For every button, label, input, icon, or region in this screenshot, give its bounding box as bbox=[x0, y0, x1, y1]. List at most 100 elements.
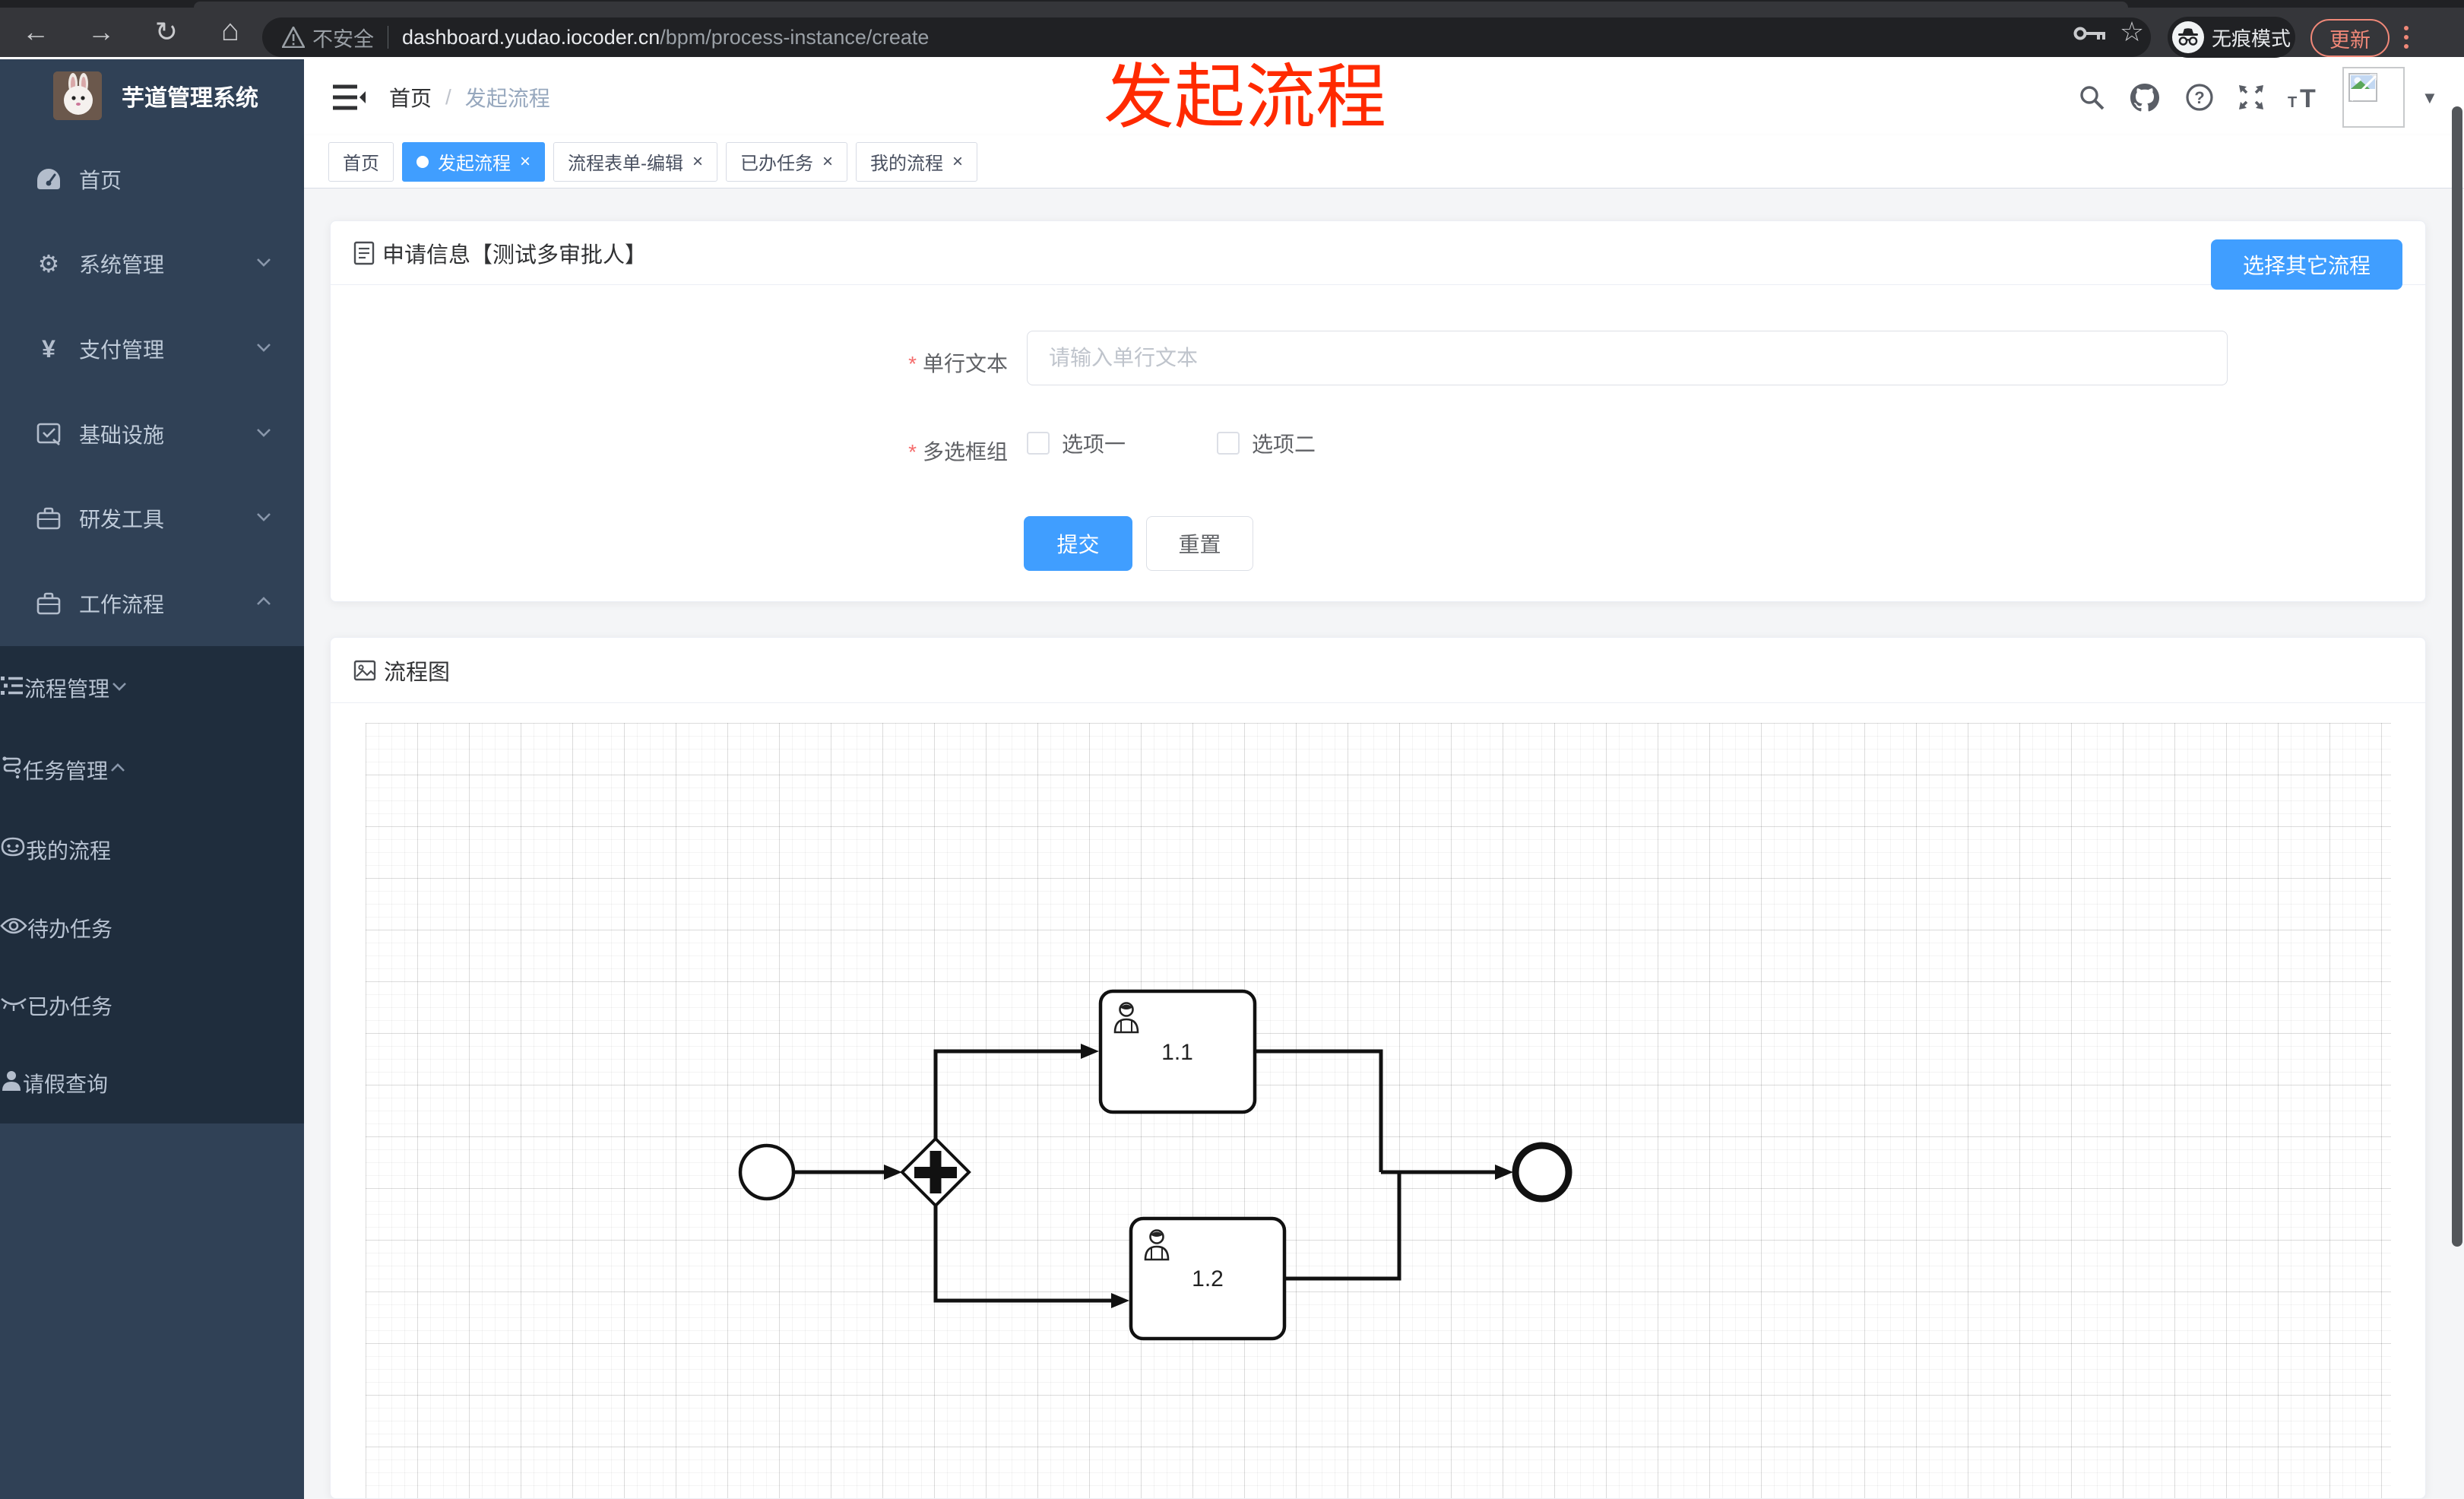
sidebar-item-system[interactable]: ⚙ 系统管理 bbox=[0, 221, 304, 306]
chevron-down-icon bbox=[254, 506, 274, 531]
browser-active-tab[interactable] bbox=[194, 2, 2128, 8]
sidebar-item-workflow[interactable]: 工作流程 bbox=[0, 561, 304, 646]
password-key-icon[interactable] bbox=[2073, 24, 2107, 43]
chrome-menu-icon[interactable] bbox=[2404, 26, 2409, 49]
tag-form-edit[interactable]: 流程表单-编辑 × bbox=[553, 141, 718, 182]
scrollbar-thumb[interactable] bbox=[2452, 106, 2462, 1247]
chevron-up-icon bbox=[254, 591, 274, 616]
security-label[interactable]: 不安全 bbox=[312, 23, 374, 52]
breadcrumb-separator: / bbox=[445, 85, 451, 109]
app-logo-avatar bbox=[53, 71, 102, 120]
checkbox-option-1-label[interactable]: 选项一 bbox=[1062, 428, 1126, 458]
bpmn-canvas[interactable]: 1.1 1.2 bbox=[366, 723, 2391, 1498]
checkbox-option-2[interactable] bbox=[1217, 432, 1240, 455]
submit-button[interactable]: 提交 bbox=[1024, 516, 1132, 571]
sidebar-item-todo-tasks[interactable]: 待办任务 bbox=[0, 889, 304, 967]
checkbox-option-2-label[interactable]: 选项二 bbox=[1252, 428, 1316, 458]
text-field-label: * 单行文本 bbox=[908, 352, 1008, 376]
sidebar-item-done-tasks[interactable]: 已办任务 bbox=[0, 967, 304, 1044]
task-branch-icon bbox=[0, 756, 23, 784]
document-icon bbox=[353, 241, 375, 265]
sidebar-logo-row[interactable]: 芋道管理系统 bbox=[0, 59, 304, 132]
bookmark-star-icon[interactable]: ☆ bbox=[2113, 15, 2151, 49]
process-diagram-card-header: 流程图 bbox=[331, 638, 2425, 703]
chevron-down-icon bbox=[109, 676, 129, 701]
toolbox-icon bbox=[33, 588, 64, 619]
breadcrumb-current: 发起流程 bbox=[464, 87, 550, 110]
face-icon bbox=[0, 837, 26, 864]
font-size-icon[interactable]: TT bbox=[2286, 81, 2320, 114]
eye-closed-icon bbox=[0, 994, 27, 1018]
sidebar-item-dev-tools[interactable]: 研发工具 bbox=[0, 476, 304, 561]
incognito-icon bbox=[2172, 21, 2204, 53]
apply-info-title: 申请信息【测试多审批人】 bbox=[382, 242, 648, 268]
search-icon[interactable] bbox=[2075, 81, 2108, 114]
browser-home-icon[interactable]: ⌂ bbox=[211, 14, 249, 47]
user-icon bbox=[0, 1070, 23, 1098]
sidebar-item-payment[interactable]: ¥ 支付管理 bbox=[0, 306, 304, 391]
browser-tab-strip bbox=[0, 0, 2464, 8]
url-path[interactable]: /bpm/process-instance/create bbox=[660, 26, 929, 49]
sidebar-item-task-management[interactable]: 任务管理 bbox=[0, 730, 304, 810]
bpmn-diagram: 1.1 1.2 bbox=[738, 989, 1572, 1341]
breadcrumb: 首页 / 发起流程 bbox=[389, 59, 550, 135]
dashboard-icon bbox=[33, 164, 64, 195]
fullscreen-icon[interactable] bbox=[2234, 81, 2268, 114]
svg-text:T: T bbox=[2288, 94, 2297, 111]
help-icon[interactable]: ? bbox=[2183, 81, 2216, 114]
eye-icon bbox=[0, 916, 27, 940]
active-tag-dot bbox=[416, 155, 429, 168]
sidebar-item-leave-query[interactable]: 请假查询 bbox=[0, 1044, 304, 1122]
breadcrumb-home[interactable]: 首页 bbox=[389, 82, 432, 113]
sidebar-item-process-management[interactable]: 流程管理 bbox=[0, 648, 304, 728]
tag-home[interactable]: 首页 bbox=[328, 141, 394, 182]
sidebar-collapse-icon[interactable] bbox=[331, 82, 366, 113]
browser-reload-icon[interactable]: ↻ bbox=[147, 15, 185, 49]
app-title: 芋道管理系统 bbox=[122, 86, 258, 111]
reset-button[interactable]: 重置 bbox=[1146, 516, 1253, 571]
tag-create-process[interactable]: 发起流程 × bbox=[402, 141, 546, 182]
process-diagram-title: 流程图 bbox=[384, 660, 451, 685]
user-task-1[interactable]: 1.1 bbox=[1098, 989, 1257, 1114]
url-host[interactable]: dashboard.yudao.iocoder.cn bbox=[402, 26, 660, 49]
checkbox-group-label: * 多选框组 bbox=[908, 440, 1008, 464]
tag-done-tasks[interactable]: 已办任务 × bbox=[726, 141, 848, 182]
svg-text:?: ? bbox=[2194, 88, 2204, 107]
apply-info-card: 申请信息【测试多审批人】 选择其它流程 *单行文本 *多选框组 选项一 选项二 … bbox=[330, 220, 2426, 602]
screenshot-root: ← → ↻ ⌂ 不安全 dashboard.yudao.iocoder.cn/b… bbox=[0, 0, 2464, 1499]
caret-down-icon[interactable]: ▼ bbox=[2421, 88, 2438, 108]
sidebar-item-infrastructure[interactable]: 基础设施 bbox=[0, 391, 304, 477]
browser-back-icon[interactable]: ← bbox=[17, 15, 55, 49]
user-task-2[interactable]: 1.2 bbox=[1129, 1216, 1287, 1341]
user-avatar[interactable] bbox=[2342, 67, 2405, 128]
parallel-gateway[interactable] bbox=[900, 1136, 971, 1208]
chrome-update-button[interactable]: 更新 bbox=[2310, 19, 2390, 57]
start-event[interactable] bbox=[738, 1143, 796, 1201]
sidebar-item-home[interactable]: 首页 bbox=[0, 137, 304, 222]
tag-my-process[interactable]: 我的流程 × bbox=[856, 141, 978, 182]
toolbox-icon bbox=[33, 503, 64, 534]
chevron-up-icon bbox=[108, 758, 128, 783]
close-icon[interactable]: × bbox=[822, 152, 833, 171]
checkbox-group: 选项一 选项二 bbox=[1027, 428, 1316, 458]
task-1-label: 1.1 bbox=[1161, 1040, 1193, 1065]
checkbox-option-1[interactable] bbox=[1027, 432, 1050, 455]
sidebar-item-my-process[interactable]: 我的流程 bbox=[0, 810, 304, 889]
close-icon[interactable]: × bbox=[692, 152, 703, 171]
single-line-text-input[interactable] bbox=[1027, 331, 2228, 385]
github-icon[interactable] bbox=[2128, 81, 2162, 114]
infra-icon bbox=[33, 419, 64, 449]
process-diagram-card: 流程图 1.1 1.2 bbox=[330, 637, 2426, 1499]
chevron-down-icon bbox=[254, 422, 274, 447]
close-icon[interactable]: × bbox=[520, 152, 530, 171]
browser-forward-icon[interactable]: → bbox=[82, 15, 120, 49]
close-icon[interactable]: × bbox=[952, 152, 963, 171]
svg-text:T: T bbox=[2300, 84, 2316, 112]
end-event[interactable] bbox=[1512, 1142, 1572, 1203]
incognito-label: 无痕模式 bbox=[2212, 27, 2291, 50]
broken-image-icon bbox=[2348, 73, 2377, 102]
sidebar: 芋道管理系统 首页 ⚙ 系统管理 ¥ 支付管理 基础设施 研发工具 工作流程 流… bbox=[0, 59, 304, 1499]
process-list-icon bbox=[0, 675, 24, 702]
choose-other-process-button[interactable]: 选择其它流程 bbox=[2211, 239, 2402, 290]
chevron-down-icon bbox=[254, 252, 274, 277]
